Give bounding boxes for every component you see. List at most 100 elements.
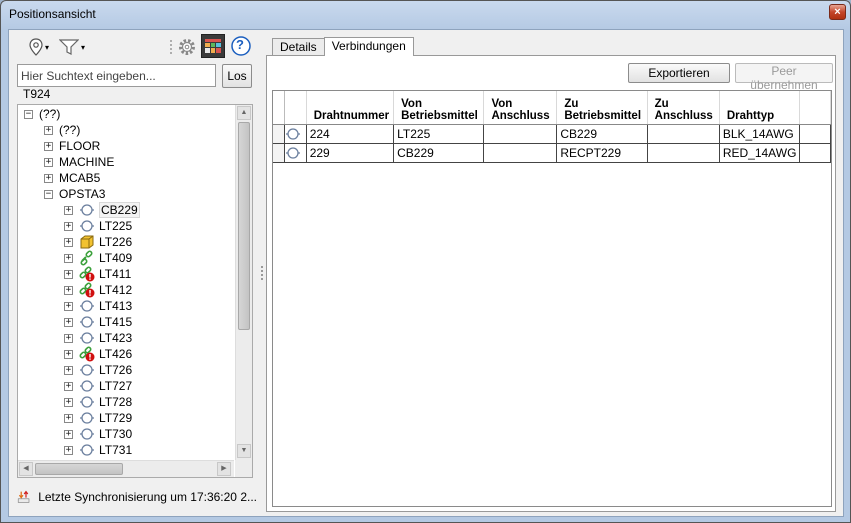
expand-toggle-icon[interactable]: + <box>64 445 73 455</box>
table-cell[interactable]: 229 <box>306 143 395 163</box>
tree-node[interactable]: + FLOOR <box>44 138 100 154</box>
table-cell[interactable] <box>647 124 720 144</box>
tree-node[interactable]: + LT730 <box>64 426 132 442</box>
row-header-cell[interactable] <box>273 124 285 144</box>
help-button[interactable]: ? <box>231 35 251 57</box>
tree-node[interactable]: + (??) <box>44 122 80 138</box>
position-tree[interactable]: − (??) + (??) + FLOOR + MACHINE + MCAB5− OPSTA3 + CB… <box>17 104 253 478</box>
expand-toggle-icon[interactable]: + <box>64 253 73 263</box>
color-view-button[interactable] <box>201 34 225 58</box>
expand-toggle-icon[interactable]: + <box>44 173 53 183</box>
tree-node[interactable]: + LT727 <box>64 378 132 394</box>
help-label: ? <box>236 37 244 52</box>
table-row[interactable]: 229 CB229 RECPT229 RED_14AWG <box>273 143 831 163</box>
scroll-down-icon[interactable]: ▼ <box>237 444 251 458</box>
expand-toggle-icon[interactable]: + <box>64 221 73 231</box>
close-button[interactable]: × <box>829 4 846 20</box>
link-error-icon <box>79 282 95 298</box>
tree-node[interactable]: − OPSTA3 <box>44 186 105 202</box>
tree-node[interactable]: + MCAB5 <box>44 170 100 186</box>
location-dropdown-button[interactable]: ▾ <box>29 36 49 58</box>
tree-node[interactable]: + LT415 <box>64 314 132 330</box>
tree-node[interactable]: + LT731 <box>64 442 132 458</box>
table-cell[interactable] <box>483 143 558 163</box>
table-cell[interactable]: CB229 <box>556 124 648 144</box>
search-go-button[interactable]: Los <box>222 64 252 88</box>
table-cell[interactable]: RECPT229 <box>556 143 648 163</box>
column-header-von-anschluss[interactable]: Von Anschluss <box>483 91 558 125</box>
tree-horizontal-scrollbar[interactable]: ◀ ▶ <box>18 460 234 477</box>
tree-node[interactable]: + CB229 <box>64 202 140 218</box>
location-pin-icon <box>29 38 43 56</box>
table-cell[interactable]: RED_14AWG <box>719 143 801 163</box>
expand-toggle-icon[interactable]: + <box>44 125 53 135</box>
expand-toggle-icon[interactable]: + <box>64 205 73 215</box>
expand-toggle-icon[interactable]: + <box>64 381 73 391</box>
device-icon <box>285 145 301 161</box>
table-cell[interactable]: 224 <box>306 124 395 144</box>
export-button[interactable]: Exportieren <box>628 63 730 83</box>
expand-toggle-icon[interactable]: + <box>64 285 73 295</box>
tree-node[interactable]: + LT426 <box>64 346 132 362</box>
tree-node[interactable]: + LT423 <box>64 330 132 346</box>
collapse-toggle-icon[interactable]: − <box>24 109 33 119</box>
expand-toggle-icon[interactable]: + <box>64 349 73 359</box>
table-cell[interactable]: LT225 <box>393 124 485 144</box>
table-cell[interactable] <box>483 124 558 144</box>
column-header-drahttyp[interactable]: Drahttyp <box>719 91 801 125</box>
scrollbar-thumb[interactable] <box>238 122 250 330</box>
panel-splitter[interactable] <box>259 30 265 516</box>
tab-details[interactable]: Details <box>272 38 325 55</box>
expand-toggle-icon[interactable]: + <box>64 301 73 311</box>
tree-vertical-scrollbar[interactable]: ▲ ▼ <box>235 105 252 461</box>
expand-toggle-icon[interactable]: + <box>64 317 73 327</box>
tree-node[interactable]: + LT225 <box>64 218 132 234</box>
column-header-zu-anschluss[interactable]: Zu Anschluss <box>647 91 720 125</box>
left-panel: ▾ ▾ ? Hier Suchtext eingeben... Los T924… <box>9 30 259 516</box>
tree-node[interactable]: + LT728 <box>64 394 132 410</box>
tree-node[interactable]: + LT412 <box>64 282 132 298</box>
scrollbar-thumb[interactable] <box>35 463 123 475</box>
tree-node[interactable]: − (??) <box>24 106 60 122</box>
scroll-left-icon[interactable]: ◀ <box>19 462 33 476</box>
expand-toggle-icon[interactable]: + <box>64 237 73 247</box>
tree-node-label: LT729 <box>99 411 133 425</box>
table-cell[interactable]: BLK_14AWG <box>719 124 801 144</box>
tree-node-label: FLOOR <box>59 139 101 153</box>
expand-toggle-icon[interactable]: + <box>64 397 73 407</box>
tree-node[interactable]: + LT409 <box>64 250 132 266</box>
expand-toggle-icon[interactable]: + <box>44 157 53 167</box>
tree-node[interactable]: + LT729 <box>64 410 132 426</box>
tree-node[interactable]: + MACHINE <box>44 154 114 170</box>
expand-toggle-icon[interactable]: + <box>64 413 73 423</box>
table-cell[interactable]: CB229 <box>393 143 485 163</box>
settings-button[interactable] <box>177 36 197 58</box>
expand-toggle-icon[interactable]: + <box>64 333 73 343</box>
tree-node[interactable]: + LT226 <box>64 234 132 250</box>
tree-node-label: LT412 <box>99 283 133 297</box>
connections-table: Drahtnummer Von Betriebsmittel Von Ansch… <box>273 91 831 163</box>
column-header-von-betriebsmittel[interactable]: Von Betriebsmittel <box>393 91 485 125</box>
column-header-drahtnummer[interactable]: Drahtnummer <box>306 91 395 125</box>
collapse-toggle-icon[interactable]: − <box>44 189 53 199</box>
table-row[interactable]: 224 LT225 CB229 BLK_14AWG <box>273 124 831 144</box>
scroll-up-icon[interactable]: ▲ <box>237 106 251 120</box>
table-cell[interactable] <box>647 143 720 163</box>
title-bar[interactable]: Positionsansicht × <box>1 1 850 27</box>
column-header-zu-betriebsmittel[interactable]: Zu Betriebsmittel <box>556 91 648 125</box>
expand-toggle-icon[interactable]: + <box>44 141 53 151</box>
expand-toggle-icon[interactable]: + <box>64 365 73 375</box>
tree-node[interactable]: + LT413 <box>64 298 132 314</box>
adopt-peer-button[interactable]: Peer übernehmen <box>735 63 833 92</box>
connections-grid[interactable]: Drahtnummer Von Betriebsmittel Von Ansch… <box>272 90 832 507</box>
tree-node-label: MACHINE <box>59 155 115 169</box>
filter-dropdown-button[interactable]: ▾ <box>59 36 85 58</box>
scroll-right-icon[interactable]: ▶ <box>217 462 231 476</box>
expand-toggle-icon[interactable]: + <box>64 269 73 279</box>
row-header-cell[interactable] <box>273 143 285 163</box>
search-input[interactable] <box>17 64 216 87</box>
tab-verbindungen[interactable]: Verbindungen <box>323 37 414 56</box>
expand-toggle-icon[interactable]: + <box>64 429 73 439</box>
tree-node[interactable]: + LT411 <box>64 266 131 282</box>
tree-node[interactable]: + LT726 <box>64 362 132 378</box>
